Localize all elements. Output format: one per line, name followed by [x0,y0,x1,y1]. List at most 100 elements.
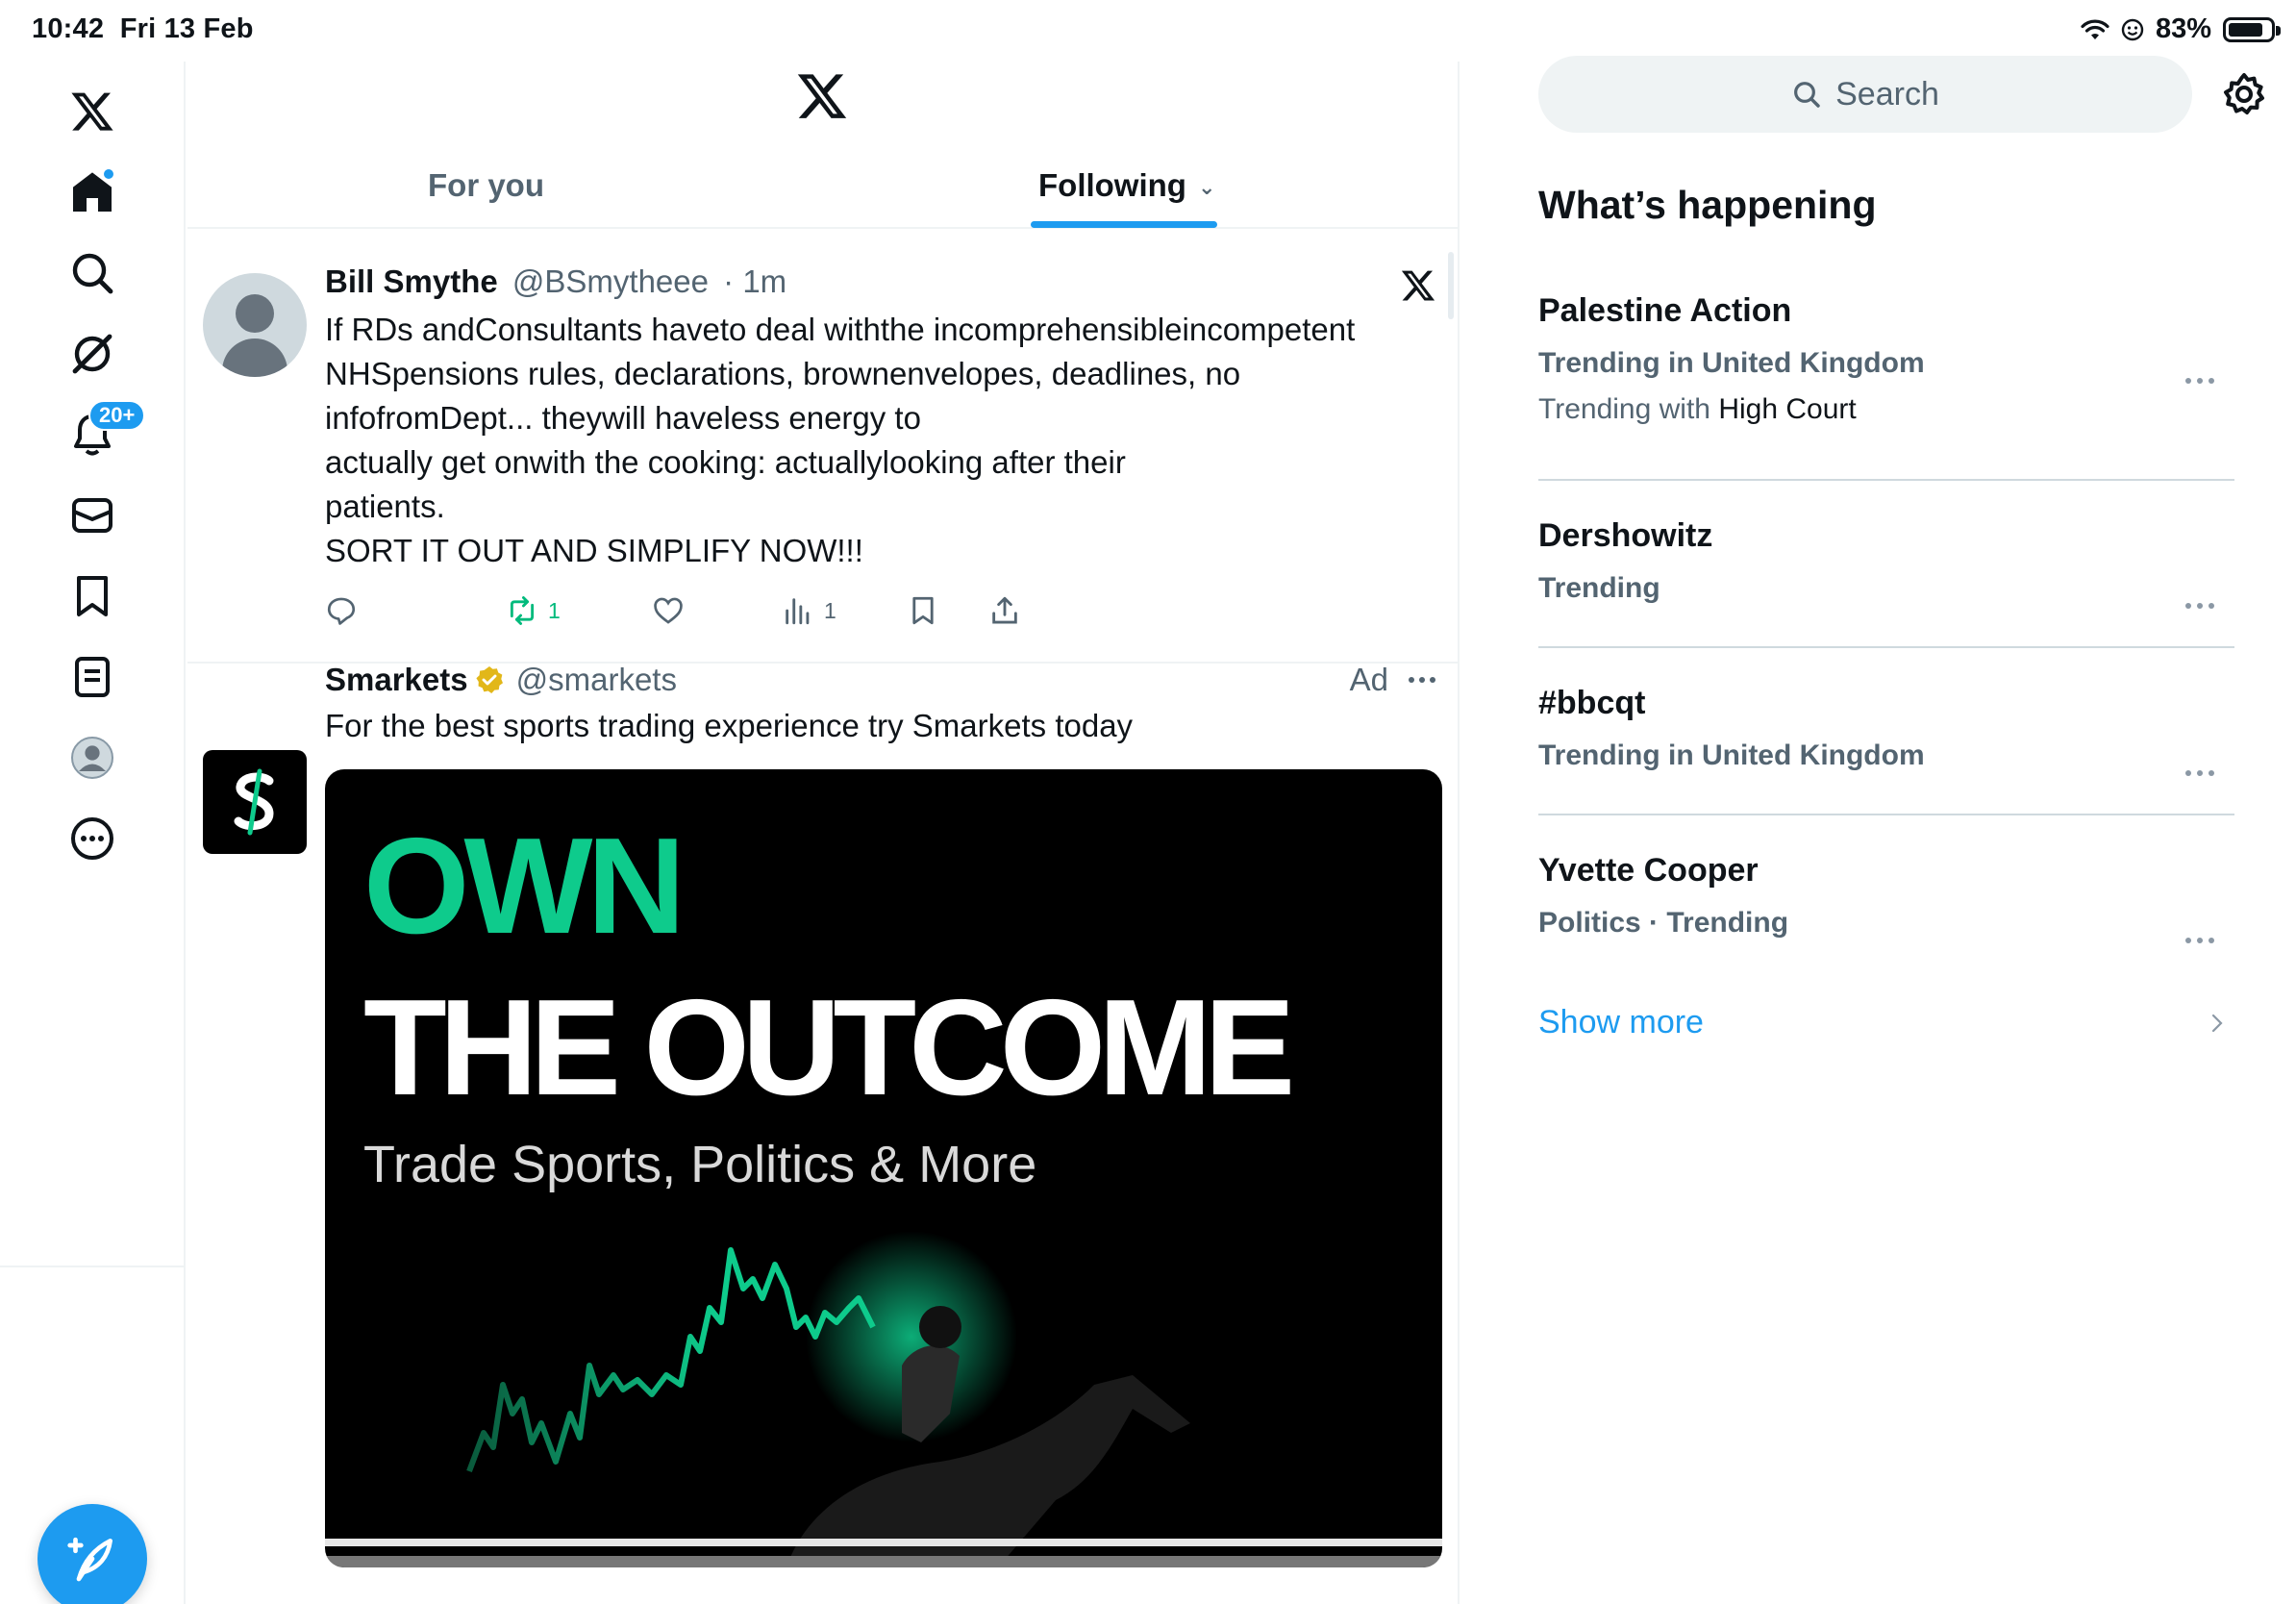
x-close-icon[interactable] [1400,267,1436,304]
tweet-line: actually get onwith the cooking: actuall… [325,444,1126,480]
clock-date: Fri 13 Feb [119,13,254,44]
whats-happening-title: What’s happening [1538,183,1877,227]
author-name[interactable]: Bill Smythe [325,263,498,299]
trend-name: Palestine Action [1538,292,1792,329]
promoted-tweet[interactable]: Smarkets @smarkets Ad For the best sport… [187,662,1458,1604]
ad-text: For the best sports trading experience t… [325,708,1134,743]
ad-label: Ad [1349,662,1388,697]
status-indicators: 83% [2081,13,2281,45]
repost-count: 1 [548,597,561,623]
trend-item[interactable]: Yvette Cooper Politics · Trending [1538,852,2234,943]
author-handle[interactable]: @BSmytheee [512,263,709,299]
search-icon[interactable] [63,244,121,302]
views-button[interactable]: 1 [782,594,836,627]
tweet-time: · 1m [723,263,787,299]
trend-with: Trending with High Court [1538,393,2234,426]
home-icon[interactable] [63,163,121,221]
status-bar: 10:42 Fri 13 Feb 83% [0,0,2296,62]
more-dots-icon[interactable] [2183,600,2217,612]
search-icon [1794,82,1820,108]
trend-name: #bbcqt [1538,685,1646,721]
notifications-bell-icon[interactable]: 20+ [63,400,146,464]
active-tab-indicator [1031,221,1217,228]
repost-button[interactable]: 1 [506,594,561,627]
profile-avatar-icon[interactable] [63,729,121,787]
reply-button[interactable] [325,594,358,627]
trend-meta: Politics · Trending [1538,907,1789,939]
trend-divider [1538,479,2234,481]
trend-with-prefix: Trending with [1538,393,1710,425]
timeline-tabs: For you Following ⌄ [187,158,1458,229]
ad-subline: Trade Sports, Politics & More [363,1136,1037,1193]
trend-divider [1538,814,2234,815]
views-chart-icon [786,598,810,625]
tweet-line: NHSpensions rules, declarations, brownen… [325,356,1241,391]
more-dots-icon[interactable] [1408,676,1436,684]
more-dots-icon[interactable] [2183,767,2217,779]
focus-smiley-icon [2121,18,2144,40]
wifi-icon [2081,19,2109,39]
compose-feather-icon [67,1537,112,1582]
status-time: 10:42 Fri 13 Feb [32,13,254,45]
ad-image[interactable]: OWN THE OUTCOME Trade Sports, Politics &… [325,769,1442,1567]
tweet-line: SORT IT OUT AND SIMPLIFY NOW!!! [325,533,863,568]
advertiser-handle[interactable]: @smarkets [516,662,677,698]
lists-icon[interactable] [63,648,121,706]
left-nav: 20+ [0,62,186,1604]
scrollbar[interactable] [1448,252,1454,319]
trend-item[interactable]: Palestine Action Trending in United King… [1538,292,2234,426]
compose-post-button[interactable] [37,1504,147,1604]
unread-dot [102,167,115,181]
trend-name: Yvette Cooper [1538,852,1759,889]
settings-gear-icon[interactable] [2221,71,2267,117]
smarkets-logo-icon [234,768,274,836]
tweet-line: patients. [325,489,445,524]
tweet-line: infofromDept... theywill haveless energy… [325,400,921,436]
chevron-down-icon: ⌄ [1197,175,1216,200]
trend-divider [1538,646,2234,648]
avatar[interactable] [203,273,307,377]
repost-icon [510,596,535,625]
tweet[interactable]: Bill Smythe @BSmytheee · 1m If RDs andCo… [187,229,1458,664]
search-input[interactable]: Search [1538,56,2192,133]
clock-time: 10:42 [32,13,105,44]
timeline: For you Following ⌄ Bill Smythe @BSmythee… [187,62,1460,1604]
show-more-link[interactable]: Show more [1538,1004,1704,1041]
bookmark-button[interactable] [907,594,939,627]
share-icon [992,596,1017,624]
advertiser-name[interactable]: Smarkets [325,662,468,698]
ad-header: Smarkets @smarkets [325,662,677,698]
trend-name: Dershowitz [1538,517,1713,554]
trend-with-topic: High Court [1718,393,1857,425]
trend-item[interactable]: #bbcqt Trending in United Kingdom [1538,685,2234,776]
like-button[interactable] [652,594,685,627]
trend-meta: Trending in United Kingdom [1538,739,1925,771]
bookmark-icon [912,596,934,625]
trend-meta: Trending in United Kingdom [1538,347,1925,379]
verified-badge-icon [476,666,503,693]
reply-icon [327,597,356,625]
grok-icon[interactable] [63,325,121,383]
battery-percent: 83% [2155,13,2211,44]
x-logo-icon[interactable] [63,83,121,140]
messages-icon[interactable] [63,487,121,544]
tweet-line: If RDs andConsultants haveto deal withth… [325,312,1356,347]
trend-item[interactable]: Dershowitz Trending [1538,517,2234,609]
share-button[interactable] [988,594,1021,627]
more-dots-icon[interactable] [2183,935,2217,946]
battery-icon [2223,16,2281,42]
more-dots-icon[interactable] [2183,375,2217,387]
more-options-icon[interactable] [63,810,121,867]
x-logo-icon [797,74,847,118]
smarkets-logo[interactable] [203,750,307,854]
tweet-text: If RDs andConsultants haveto deal withth… [325,308,1431,573]
bookmarks-icon[interactable] [63,567,121,625]
ad-chart-horse-graphic [325,1231,1442,1567]
ad-label-group: Ad [1350,662,1436,698]
chevron-right-icon[interactable] [2208,1010,2227,1037]
trend-meta: Trending [1538,572,1660,604]
tab-following-label: Following [1038,167,1186,203]
notifications-badge: 20+ [88,400,146,431]
tab-for-you[interactable]: For you [428,167,544,238]
views-count: 1 [824,597,836,623]
